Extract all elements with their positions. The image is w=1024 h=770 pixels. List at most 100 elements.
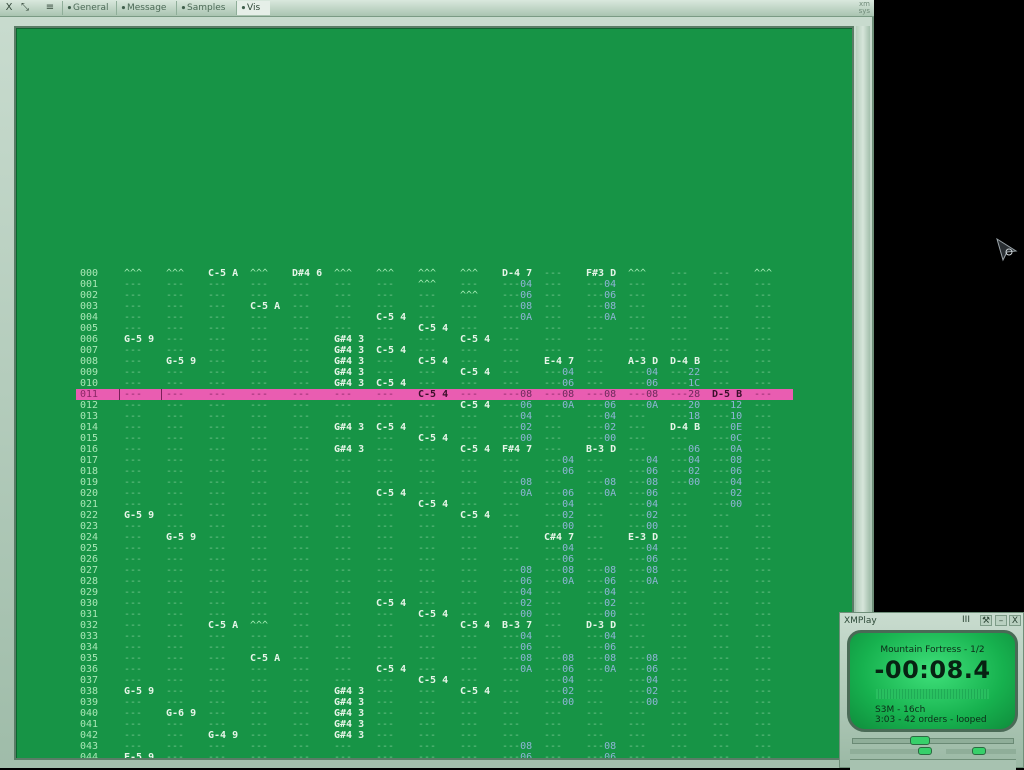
channel-cell: ---06 bbox=[628, 466, 659, 477]
tab-message[interactable]: Message bbox=[116, 1, 176, 15]
row-number: 007 bbox=[80, 345, 99, 356]
channel-cell: ---0E bbox=[712, 422, 743, 433]
channel-cell: ---06 bbox=[712, 466, 743, 477]
pattern-row: 015 --- --- --- --- --- --- --- C-5 4 --- ---00 ---… bbox=[16, 433, 852, 444]
channel-cell: --- bbox=[292, 631, 311, 642]
channel-cell: --- bbox=[124, 598, 143, 609]
channel-cell: --- bbox=[250, 598, 269, 609]
mini-mode-button[interactable]: III bbox=[960, 615, 972, 626]
channel-cell: --- bbox=[124, 620, 143, 631]
channel-cell: ---08 bbox=[502, 653, 533, 664]
pattern-row: 032 --- --- C-5 A ^^^ --- --- --- --- C-5 4 B-3 7-… bbox=[16, 620, 852, 631]
channel-cell: --- bbox=[754, 587, 773, 598]
channel-cell: --- bbox=[502, 554, 521, 565]
channel-cell: C-5 4 bbox=[376, 488, 407, 499]
channel-cell: --- bbox=[418, 587, 437, 598]
channel-cell: ---06 bbox=[544, 554, 575, 565]
position-slider[interactable] bbox=[852, 738, 1014, 744]
channel-cell: --- bbox=[208, 499, 227, 510]
channel-cell: --- bbox=[292, 323, 311, 334]
channel-cell: --- bbox=[460, 411, 479, 422]
channel-cell: --- bbox=[502, 532, 521, 543]
channel-cell: ---04 bbox=[586, 587, 617, 598]
channel-cell: --- bbox=[544, 708, 563, 719]
channel-cell: --- bbox=[334, 290, 353, 301]
restore-icon[interactable]: ⤡ bbox=[18, 1, 32, 15]
channel-cell: --- bbox=[292, 554, 311, 565]
channel-cell: --- bbox=[460, 631, 479, 642]
channel-cell: ---06 bbox=[502, 752, 533, 760]
channel-cell: --- bbox=[670, 686, 689, 697]
channel-cell: C-5 4 bbox=[418, 433, 449, 444]
channel-cell: F#3 D bbox=[586, 268, 617, 279]
channel-cell: --- bbox=[712, 697, 731, 708]
channel-cell: --- bbox=[460, 719, 479, 730]
row-number: 012 bbox=[80, 400, 99, 411]
channel-cell: ---04 bbox=[628, 543, 659, 554]
channel-cell: --- bbox=[292, 290, 311, 301]
tab-vis[interactable]: Vis bbox=[236, 1, 270, 15]
channel-cell: --- bbox=[334, 576, 353, 587]
channel-cell: --- bbox=[544, 323, 563, 334]
channel-cell: G#4 3 bbox=[334, 367, 365, 378]
channel-cell: --- bbox=[166, 675, 185, 686]
channel-cell: ---02 bbox=[712, 488, 743, 499]
channel-cell: --- bbox=[754, 301, 773, 312]
channel-cell: --- bbox=[376, 631, 395, 642]
tools-button[interactable]: ⚒ bbox=[980, 615, 992, 626]
close-button[interactable]: X bbox=[1009, 615, 1021, 626]
pattern-view: 000 ^^^ ^^^ C-5 A ^^^ D#4 6 ^^^ ^^^ ^^^ ^^^ D-4 7-… bbox=[16, 28, 852, 760]
channel-cell: ^^^ bbox=[460, 290, 479, 301]
channel-cell: --- bbox=[208, 576, 227, 587]
length-info: 3:03 - 42 orders - looped bbox=[875, 715, 987, 725]
channel-cell: --- bbox=[502, 323, 521, 334]
channel-cell: --- bbox=[292, 587, 311, 598]
channel-cell: ---1C bbox=[670, 378, 701, 389]
channel-cell: --- bbox=[124, 466, 143, 477]
tab-samples[interactable]: Samples bbox=[176, 1, 236, 15]
channel-cell: --- bbox=[250, 642, 269, 653]
channel-cell: ---06 bbox=[544, 378, 575, 389]
channel-cell: --- bbox=[670, 554, 689, 565]
channel-cell: --- bbox=[628, 444, 647, 455]
channel-cell: G#4 3 bbox=[334, 444, 365, 455]
channel-cell: --- bbox=[208, 510, 227, 521]
channel-cell: --- bbox=[334, 477, 353, 488]
channel-cell: --- bbox=[460, 642, 479, 653]
channel-cell: ---0A bbox=[586, 664, 617, 675]
channel-cell: --- bbox=[334, 609, 353, 620]
channel-cell: --- bbox=[208, 719, 227, 730]
channel-cell: --- bbox=[460, 598, 479, 609]
channel-cell: --- bbox=[502, 521, 521, 532]
menu-icon[interactable]: ≡ bbox=[40, 1, 60, 15]
channel-cell: --- bbox=[376, 455, 395, 466]
playback-controls[interactable] bbox=[850, 759, 1016, 770]
volume-knob[interactable] bbox=[918, 747, 932, 755]
channel-cell: --- bbox=[250, 741, 269, 752]
position-knob[interactable] bbox=[910, 736, 930, 745]
row-number: 006 bbox=[80, 334, 99, 345]
channel-cell: --- bbox=[418, 576, 437, 587]
row-number: 013 bbox=[80, 411, 99, 422]
balance-knob[interactable] bbox=[972, 747, 986, 755]
channel-cell: --- bbox=[418, 455, 437, 466]
channel-cell: --- bbox=[586, 499, 605, 510]
time-display[interactable]: -00:08.4 bbox=[850, 656, 1015, 684]
channel-cell: --- bbox=[376, 642, 395, 653]
channel-cell: --- bbox=[292, 653, 311, 664]
tab-general[interactable]: General bbox=[62, 1, 116, 15]
lcd-display[interactable]: Mountain Fortress - 1/2 -00:08.4 S3M - 1… bbox=[847, 630, 1018, 732]
channel-cell: --- bbox=[628, 301, 647, 312]
channel-cell: --- bbox=[754, 675, 773, 686]
channel-cell: --- bbox=[124, 290, 143, 301]
channel-cell: ---04 bbox=[502, 411, 533, 422]
channel-cell: --- bbox=[124, 730, 143, 741]
channel-cell: --- bbox=[292, 345, 311, 356]
close-icon[interactable]: X bbox=[2, 1, 16, 15]
channel-cell: ---08 bbox=[586, 653, 617, 664]
channel-cell: --- bbox=[334, 279, 353, 290]
minimize-button[interactable]: – bbox=[995, 615, 1007, 626]
channel-cell: ---20 bbox=[670, 400, 701, 411]
channel-cell: --- bbox=[166, 510, 185, 521]
volume-slider[interactable] bbox=[850, 749, 920, 754]
